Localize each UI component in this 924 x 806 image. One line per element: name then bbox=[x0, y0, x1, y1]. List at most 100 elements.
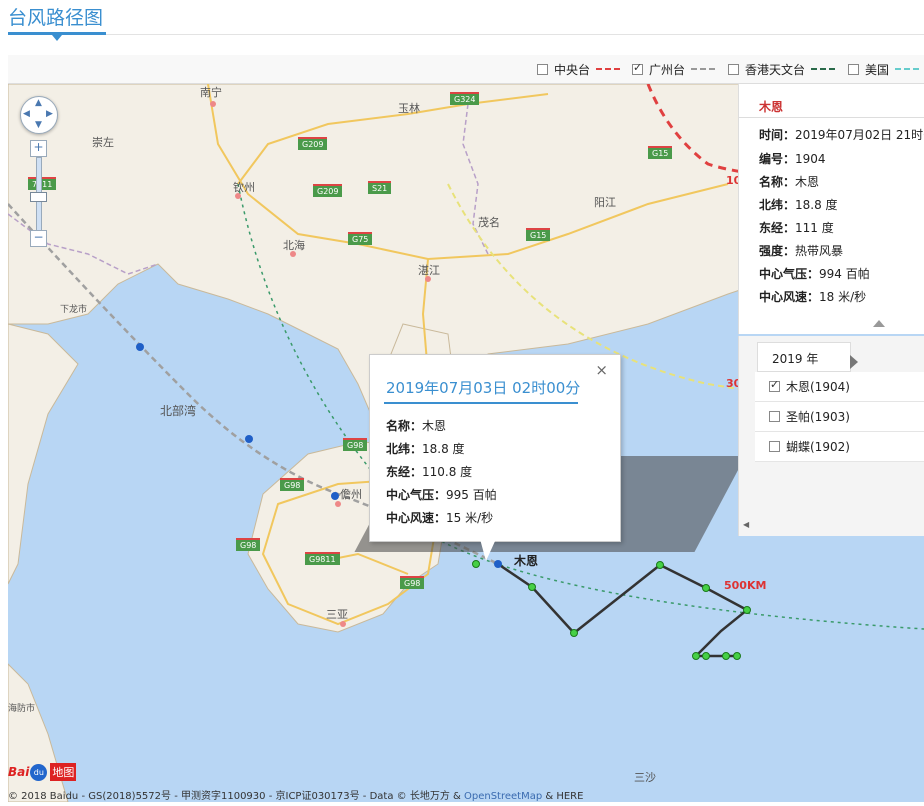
info-divider bbox=[739, 117, 924, 118]
place-label: 北海 bbox=[283, 239, 305, 252]
pan-control[interactable]: ▲ ▼ ◀ ▶ bbox=[20, 96, 58, 134]
info-row-intensity: 强度：热带风暴 bbox=[759, 244, 844, 258]
road-badge: G209 bbox=[298, 137, 328, 150]
info-row-lon: 东经：111 度 bbox=[759, 221, 834, 235]
scroll-left-icon[interactable]: ◀ bbox=[743, 520, 749, 529]
popup-row-wind: 中心风速：15 米/秒 bbox=[386, 511, 494, 525]
typhoon-checkbox[interactable] bbox=[769, 411, 780, 422]
place-label: 儋州 bbox=[340, 488, 362, 501]
place-label: 茂名 bbox=[478, 216, 500, 229]
next-year-icon[interactable] bbox=[850, 355, 858, 369]
radius-label: 500KM bbox=[724, 579, 767, 592]
typhoon-item[interactable]: 蝴蝶(1902) bbox=[755, 432, 924, 462]
typhoon-info-panel: 木恩 时间：2019年07月02日 21时00 编号：1904 名称：木恩 北纬… bbox=[738, 84, 924, 334]
legend-item-cma[interactable]: 中央台 bbox=[537, 60, 621, 78]
storm-label: 木恩 bbox=[514, 554, 539, 568]
track-point bbox=[692, 652, 700, 660]
year-label: 2019 年 bbox=[772, 352, 819, 366]
place-label: 三沙 bbox=[634, 771, 656, 784]
popup-row-name: 名称：木恩 bbox=[386, 419, 447, 433]
place-label: 阳江 bbox=[594, 196, 616, 209]
dash-line-icon bbox=[691, 68, 716, 70]
road-badge: G324 bbox=[450, 92, 480, 105]
typhoon-label: 圣帕(1903) bbox=[786, 410, 850, 424]
city-dot bbox=[210, 101, 216, 107]
info-row-time: 时间：2019年07月02日 21时00 bbox=[759, 128, 924, 142]
info-row-pressure: 中心气压：994 百帕 bbox=[759, 267, 870, 281]
legend-label-hko: 香港天文台 bbox=[745, 62, 806, 77]
place-label: 崇左 bbox=[92, 136, 114, 149]
dash-line-icon bbox=[811, 68, 836, 70]
info-popup: × 2019年07月03日 02时00分 名称：木恩 北纬：18.8 度 东经：… bbox=[369, 354, 621, 542]
dash-line-icon bbox=[596, 68, 621, 70]
copyright-text: © 2018 Baidu - GS(2018)5572号 - 甲测资字11009… bbox=[8, 791, 584, 802]
collapse-icon[interactable] bbox=[873, 320, 885, 327]
road-badge: G15 bbox=[526, 228, 551, 241]
typhoon-label: 木恩(1904) bbox=[786, 380, 850, 394]
pan-up-icon[interactable]: ▲ bbox=[35, 98, 42, 108]
logo-map-text: 地图 bbox=[50, 763, 77, 781]
place-label: 南宁 bbox=[200, 86, 222, 99]
track-point bbox=[743, 606, 751, 614]
zoom-out-button[interactable]: − bbox=[30, 230, 47, 247]
place-label: 湛江 bbox=[418, 264, 440, 277]
typhoon-item[interactable]: 圣帕(1903) bbox=[755, 402, 924, 432]
track-point bbox=[570, 629, 578, 637]
place-label: 海防市 bbox=[8, 704, 36, 714]
road-badge: G98 bbox=[236, 538, 261, 551]
close-icon[interactable]: × bbox=[595, 361, 608, 379]
legend-label-guangzhou: 广州台 bbox=[649, 62, 686, 77]
road-badge: 7211 bbox=[28, 177, 57, 190]
typhoon-checkbox[interactable] bbox=[769, 378, 780, 392]
info-row-lat: 北纬：18.8 度 bbox=[759, 198, 838, 212]
legend-label-usa: 美国 bbox=[865, 62, 890, 77]
zoom-slider-handle[interactable] bbox=[30, 192, 47, 202]
popup-title: 2019年07月03日 02时00分 bbox=[386, 379, 581, 397]
legend-item-hko[interactable]: 香港天文台 bbox=[728, 60, 836, 78]
place-label: 三亚 bbox=[326, 608, 348, 621]
popup-tail bbox=[480, 539, 496, 561]
osm-link[interactable]: OpenStreetMap bbox=[464, 791, 542, 802]
road-badge: G98 bbox=[343, 438, 368, 451]
pan-down-icon[interactable]: ▼ bbox=[35, 120, 42, 130]
baidu-map-logo[interactable]: Bai du 地图 bbox=[8, 762, 77, 782]
place-label: 钦州 bbox=[233, 181, 255, 194]
legend-bar: 中央台 广州台 香港天文台 美国 bbox=[8, 55, 924, 84]
pan-left-icon[interactable]: ◀ bbox=[23, 109, 30, 119]
checkbox-cma[interactable] bbox=[537, 63, 548, 75]
legend-item-usa[interactable]: 美国 bbox=[848, 60, 920, 78]
legend-label-cma: 中央台 bbox=[554, 62, 591, 77]
pan-right-icon[interactable]: ▶ bbox=[46, 109, 53, 119]
zoom-in-button[interactable]: + bbox=[30, 140, 47, 157]
road-badge: G98 bbox=[280, 478, 305, 491]
track-point bbox=[245, 435, 253, 443]
typhoon-list: 木恩(1904) 圣帕(1903) 蝴蝶(1902) bbox=[755, 372, 924, 462]
checkbox-hko[interactable] bbox=[728, 63, 739, 75]
place-label: 玉林 bbox=[398, 102, 420, 115]
track-point bbox=[702, 584, 710, 592]
popup-row-lat: 北纬：18.8 度 bbox=[386, 442, 465, 456]
track-point bbox=[733, 652, 741, 660]
track-point bbox=[656, 561, 664, 569]
year-selector[interactable]: 2019 年 bbox=[757, 342, 858, 372]
track-point bbox=[494, 560, 502, 568]
info-row-number: 编号：1904 bbox=[759, 152, 826, 166]
typhoon-list-panel: 2019 年 木恩(1904) 圣帕(1903) 蝴蝶(1902) ◀ bbox=[738, 336, 924, 536]
checkbox-usa[interactable] bbox=[848, 63, 859, 75]
checkbox-guangzhou[interactable] bbox=[632, 61, 643, 75]
road-badge: G209 bbox=[313, 184, 343, 197]
track-point bbox=[331, 492, 339, 500]
typhoon-track bbox=[497, 562, 750, 658]
track-point bbox=[528, 583, 536, 591]
typhoon-item[interactable]: 木恩(1904) bbox=[755, 372, 924, 402]
info-typhoon-name: 木恩 bbox=[759, 100, 784, 114]
track-point bbox=[722, 652, 730, 660]
track-point bbox=[702, 652, 710, 660]
typhoon-label: 蝴蝶(1902) bbox=[786, 440, 850, 454]
place-label: 北部湾 bbox=[160, 404, 197, 418]
paw-icon: du bbox=[30, 763, 48, 781]
legend-item-guangzhou[interactable]: 广州台 bbox=[632, 60, 716, 78]
popup-title-underline bbox=[384, 402, 578, 404]
typhoon-checkbox[interactable] bbox=[769, 441, 780, 452]
page-title: 台风路径图 bbox=[8, 7, 104, 29]
